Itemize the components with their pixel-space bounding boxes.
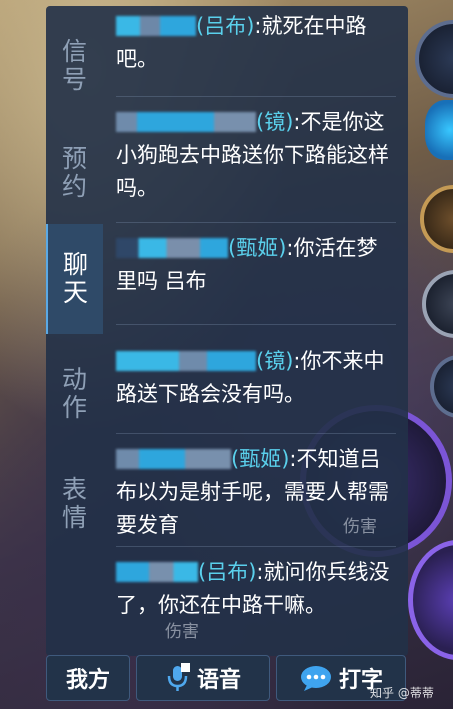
skill-button-ultimate[interactable] [408,540,453,660]
skill-button-blue[interactable] [425,100,453,160]
hero-name: (甄姬) [231,447,290,471]
blurred-player-name [116,562,198,582]
blurred-player-name [116,449,231,469]
hero-name: (吕布) [198,560,257,584]
microphone-icon [165,663,191,693]
message-divider [116,546,396,547]
hero-name: (甄姬) [228,236,287,260]
tab-reserve[interactable]: 预 约 [46,123,103,223]
chat-side-tabs: 信 号 预 约 聊 天 动 作 表 情 [46,6,103,656]
skill-button-small[interactable] [430,355,453,418]
tab-action[interactable]: 动 作 [46,341,103,446]
blurred-player-name [116,238,228,258]
chat-message: (甄姬):不知道吕布以为是射手呢，需要人帮需要发育 [116,443,396,542]
message-divider [116,324,396,325]
blurred-player-name [116,351,256,371]
blurred-player-name [116,16,196,36]
skill-button-top[interactable] [415,20,453,98]
hero-name: (镜) [256,110,294,134]
tab-chat[interactable]: 聊 天 [46,224,103,334]
chat-message: (吕布):就死在中路吧。 [116,10,396,76]
chat-message: (甄姬):你活在梦里吗 吕布 [116,232,396,298]
message-divider [116,433,396,434]
message-divider [116,222,396,223]
tab-signal[interactable]: 信 号 [46,16,103,116]
blurred-player-name [116,112,256,132]
skill-button-gold[interactable] [420,185,453,253]
tab-emote[interactable]: 表 情 [46,451,103,556]
chat-bubble-icon [299,664,333,692]
team-channel-button[interactable]: 我方 [46,655,130,701]
voice-button[interactable]: 语音 [136,655,270,701]
hero-name: (镜) [256,349,294,373]
chat-message: (镜):不是你这小狗跑去中路送你下路能这样吗。 [116,106,396,205]
hero-name: (吕布) [196,14,255,38]
chat-message: (吕布):就问你兵线没了，你还在中路干嘛。 [116,556,396,622]
chat-message: (镜):你不来中路送下路会没有吗。 [116,345,396,411]
message-divider [116,96,396,97]
zhihu-watermark: 知乎 @蒂蒂 [370,686,434,700]
skill-button-cancel[interactable] [422,270,453,338]
chat-bottom-bar: 我方 语音 打字 [46,655,408,703]
